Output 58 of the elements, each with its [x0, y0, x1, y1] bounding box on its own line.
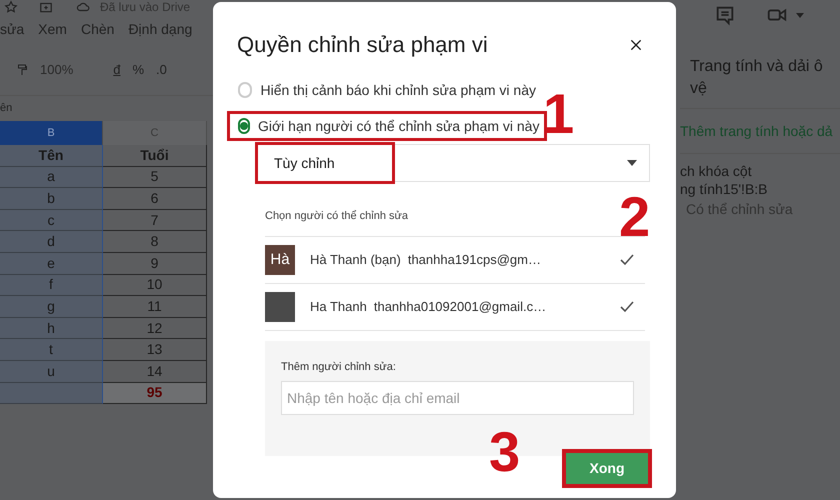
toolbar-button[interactable]: % — [132, 60, 144, 80]
user-name: Ha Thanh — [310, 298, 367, 316]
table-cell: a — [0, 166, 103, 188]
table-cell: g — [0, 296, 103, 318]
caret-icon — [627, 160, 637, 166]
dropdown[interactable]: Tùy chỉnh — [255, 144, 650, 182]
table-cell: h — [0, 318, 103, 340]
radio-option[interactable]: Giới hạn người có thể chỉnh sửa phạm vi này — [227, 111, 547, 141]
table-cell: u — [0, 360, 103, 383]
step-number: 3 — [489, 424, 520, 480]
table-cell: b — [0, 188, 103, 210]
user-email: thanhha191cps@gm… — [408, 251, 542, 270]
range-name[interactable]: ch khóa cột — [680, 162, 840, 180]
table-cell: 12 — [103, 318, 207, 340]
cloud-icon[interactable] — [74, 0, 92, 14]
menu-item[interactable]: Chèn — [80, 18, 114, 40]
email-input[interactable]: Nhập tên hoặc địa chỉ email — [281, 380, 634, 414]
user-email: thanhha01092001@gmail.c… — [374, 298, 548, 316]
menu-item[interactable]: sửa — [0, 18, 24, 40]
done-button[interactable]: Xong — [562, 449, 652, 488]
table-cell: 10 — [103, 274, 207, 296]
avatar: Hà — [265, 245, 295, 275]
table-cell: t — [0, 339, 103, 361]
formula-text: ên — [0, 101, 12, 116]
star-icon[interactable] — [4, 0, 18, 14]
table-cell: c — [0, 210, 103, 232]
menu-item[interactable]: Định dạng — [128, 18, 192, 40]
toolbar-button[interactable]: đ — [113, 60, 120, 80]
column-header[interactable]: B — [0, 121, 103, 145]
panel-title: Trang tính và dải ô — [690, 57, 824, 77]
checkbox[interactable] — [619, 299, 635, 315]
table-cell: e — [0, 252, 103, 275]
menu-item[interactable]: Xem — [38, 18, 67, 40]
table-cell: 8 — [103, 231, 207, 253]
table-cell: Tên — [0, 145, 103, 167]
table-cell: f — [0, 274, 103, 296]
panel-title: vệ — [690, 79, 708, 99]
table-cell: 7 — [103, 210, 207, 232]
add-sheet-link[interactable]: Thêm trang tính hoặc dả — [680, 109, 840, 154]
toolbar-button[interactable]: .0 — [156, 60, 167, 80]
comment-icon[interactable] — [714, 4, 736, 26]
table-cell: 13 — [103, 339, 207, 361]
table-cell: 14 — [103, 360, 207, 383]
table-cell: 5 — [103, 166, 207, 188]
table-cell: 9 — [103, 252, 207, 275]
table-cell: d — [0, 231, 103, 253]
dialog-title: Quyền chỉnh sửa phạm vi — [237, 31, 488, 59]
table-cell: 11 — [103, 296, 207, 318]
table-cell: 95 — [103, 382, 207, 404]
checkbox[interactable] — [619, 252, 635, 268]
range-reference: ng tính15'!B:B — [680, 180, 769, 198]
table-cell: 6 — [103, 188, 207, 210]
field-label: Thêm người chỉnh sửa: — [281, 360, 397, 375]
table-cell: Tuổi — [103, 145, 207, 167]
step-number: 2 — [619, 189, 650, 245]
photo-placeholder — [265, 292, 295, 322]
caret-icon[interactable] — [796, 12, 804, 18]
user-name: Hà Thanh (bạn) — [310, 251, 401, 270]
